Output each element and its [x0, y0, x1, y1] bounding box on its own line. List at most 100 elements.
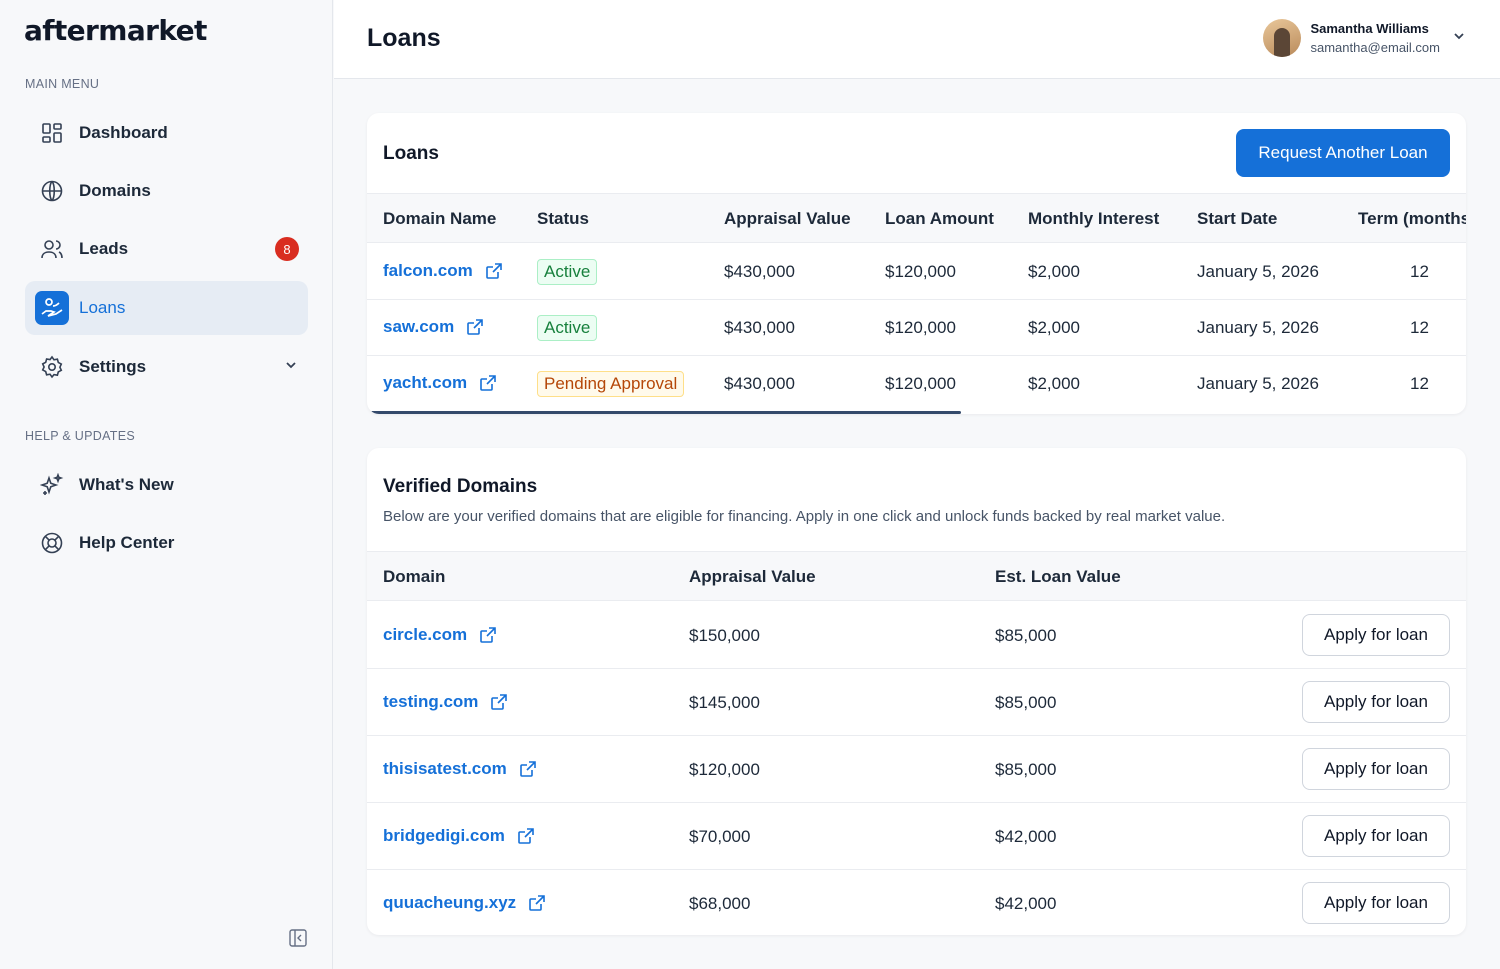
table-row: quuacheung.xyz $68,000 $42,000 Apply for… — [367, 870, 1466, 935]
user-menu[interactable]: Samantha Williams samantha@email.com — [1263, 19, 1466, 57]
start-date: January 5, 2026 — [1197, 262, 1319, 281]
domain-link[interactable]: yacht.com — [383, 373, 497, 393]
sidebar-item-label: Domains — [79, 181, 151, 200]
sidebar: aftermarket MAIN MENU Dashboard Domains … — [0, 0, 333, 969]
column-header[interactable]: Start Date — [1197, 209, 1277, 229]
domain-link[interactable]: quuacheung.xyz — [383, 893, 546, 913]
est-loan-value: $85,000 — [995, 693, 1057, 712]
table-row: circle.com $150,000 $85,000 Apply for lo… — [367, 602, 1466, 669]
monthly-interest: $2,000 — [1028, 318, 1080, 337]
domain-link[interactable]: thisisatest.com — [383, 759, 537, 779]
term-months: 12 — [1410, 374, 1429, 393]
appraisal-value: $145,000 — [689, 693, 760, 712]
est-loan-value: $85,000 — [995, 760, 1057, 779]
top-header: Loans Samantha Williams samantha@email.c… — [334, 0, 1500, 79]
monthly-interest: $2,000 — [1028, 374, 1080, 393]
page-title: Loans — [367, 24, 441, 52]
term-months: 12 — [1410, 318, 1429, 337]
external-link-icon — [479, 374, 497, 392]
status-badge: Pending Approval — [537, 371, 685, 397]
loans-icon — [35, 291, 69, 325]
sidebar-item-dashboard[interactable]: Dashboard — [25, 106, 308, 160]
table-row: saw.com Active $430,000 $120,000 $2,000 … — [367, 300, 1466, 356]
table-row: thisisatest.com $120,000 $85,000 Apply f… — [367, 736, 1466, 803]
leads-count-badge: 8 — [275, 237, 299, 261]
sidebar-item-whats-new[interactable]: What's New — [25, 458, 308, 512]
loan-amount: $120,000 — [885, 374, 956, 393]
external-link-icon — [490, 693, 508, 711]
domain-link[interactable]: bridgedigi.com — [383, 826, 535, 846]
globe-icon — [39, 178, 65, 204]
request-another-loan-button[interactable]: Request Another Loan — [1236, 129, 1450, 177]
column-header[interactable]: Est. Loan Value — [995, 567, 1121, 587]
verified-table-header: Domain Appraisal Value Est. Loan Value — [367, 551, 1466, 601]
loans-table-header: Domain Name Status Appraisal Value Loan … — [367, 193, 1466, 243]
external-link-icon — [485, 262, 503, 280]
domain-link[interactable]: saw.com — [383, 317, 484, 337]
column-header[interactable]: Appraisal Value — [689, 567, 816, 587]
app-logo[interactable]: aftermarket — [24, 14, 207, 47]
start-date: January 5, 2026 — [1197, 318, 1319, 337]
sidebar-item-label: What's New — [79, 475, 174, 494]
appraisal-value: $150,000 — [689, 626, 760, 645]
apply-for-loan-button[interactable]: Apply for loan — [1302, 882, 1450, 924]
apply-for-loan-button[interactable]: Apply for loan — [1302, 614, 1450, 656]
loans-card-title: Loans — [383, 143, 439, 164]
apply-for-loan-button[interactable]: Apply for loan — [1302, 815, 1450, 857]
external-link-icon — [517, 827, 535, 845]
apply-for-loan-button[interactable]: Apply for loan — [1302, 748, 1450, 790]
table-row: testing.com $145,000 $85,000 Apply for l… — [367, 669, 1466, 736]
sidebar-item-leads[interactable]: Leads 8 — [25, 222, 308, 276]
chevron-down-icon[interactable] — [284, 358, 298, 377]
domain-link[interactable]: circle.com — [383, 625, 497, 645]
collapse-sidebar-icon[interactable] — [289, 929, 307, 952]
user-email: samantha@email.com — [1310, 40, 1440, 55]
table-row: bridgedigi.com $70,000 $42,000 Apply for… — [367, 803, 1466, 870]
column-header[interactable]: Loan Amount — [885, 209, 994, 229]
lifebuoy-icon — [39, 530, 65, 556]
sidebar-item-domains[interactable]: Domains — [25, 164, 308, 218]
apply-for-loan-button[interactable]: Apply for loan — [1302, 681, 1450, 723]
sidebar-item-help-center[interactable]: Help Center — [25, 516, 308, 570]
sidebar-item-label: Settings — [79, 357, 147, 376]
main-menu-label: MAIN MENU — [25, 77, 100, 91]
sidebar-item-settings[interactable]: Settings — [25, 340, 308, 394]
loans-card: Loans Request Another Loan Domain Name S… — [367, 113, 1466, 414]
column-header[interactable]: Status — [537, 209, 589, 229]
loan-amount: $120,000 — [885, 318, 956, 337]
column-header[interactable]: Appraisal Value — [724, 209, 851, 229]
gear-icon — [39, 354, 65, 380]
status-badge: Active — [537, 315, 598, 341]
domain-link[interactable]: testing.com — [383, 692, 508, 712]
column-header[interactable]: Domain — [383, 567, 445, 587]
verified-domains-title: Verified Domains — [383, 476, 538, 497]
appraisal-value: $68,000 — [689, 894, 751, 913]
sidebar-item-label: Dashboard — [79, 123, 168, 142]
monthly-interest: $2,000 — [1028, 262, 1080, 281]
external-link-icon — [528, 894, 546, 912]
horizontal-scrollbar[interactable] — [371, 411, 961, 414]
sidebar-item-label: Leads — [79, 239, 129, 258]
sidebar-item-label: Loans — [79, 298, 126, 317]
loan-amount: $120,000 — [885, 262, 956, 281]
est-loan-value: $42,000 — [995, 894, 1057, 913]
appraisal-value: $430,000 — [724, 262, 795, 281]
table-row: falcon.com Active $430,000 $120,000 $2,0… — [367, 244, 1466, 300]
start-date: January 5, 2026 — [1197, 374, 1319, 393]
user-name: Samantha Williams — [1310, 21, 1429, 36]
column-header[interactable]: Domain Name — [383, 209, 496, 229]
verified-domains-subtitle: Below are your verified domains that are… — [383, 508, 1226, 525]
est-loan-value: $85,000 — [995, 626, 1057, 645]
domain-link[interactable]: falcon.com — [383, 261, 503, 281]
appraisal-value: $70,000 — [689, 827, 751, 846]
column-header[interactable]: Term (months — [1358, 209, 1466, 229]
external-link-icon — [466, 318, 484, 336]
table-row: yacht.com Pending Approval $430,000 $120… — [367, 356, 1466, 412]
users-icon — [39, 236, 65, 262]
sidebar-item-label: Help Center — [79, 533, 175, 552]
est-loan-value: $42,000 — [995, 827, 1057, 846]
column-header[interactable]: Monthly Interest — [1028, 209, 1159, 229]
chevron-down-icon[interactable] — [1452, 29, 1466, 48]
help-updates-label: HELP & UPDATES — [25, 429, 136, 443]
sidebar-item-loans[interactable]: Loans — [25, 281, 308, 335]
